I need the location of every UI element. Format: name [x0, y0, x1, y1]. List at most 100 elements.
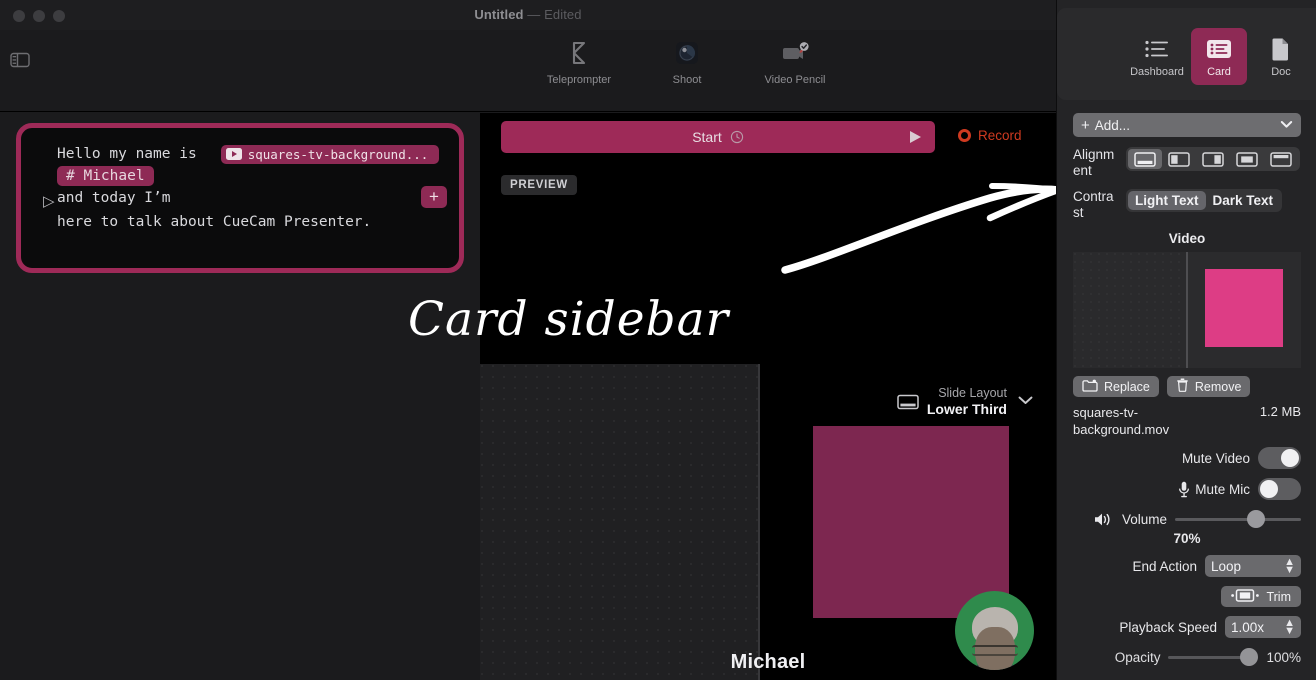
align-right-split-icon[interactable]	[1196, 149, 1230, 169]
mute-mic-row: Mute Mic	[1073, 478, 1301, 500]
align-left-split-icon[interactable]	[1162, 149, 1196, 169]
stepper-icon: ▲ ▼	[1284, 556, 1295, 576]
tab-doc[interactable]: Doc	[1253, 28, 1309, 85]
plus-icon: +	[1081, 116, 1090, 134]
teleprompter-pane: ▷ Hello my name is squares-tv-background…	[0, 113, 480, 680]
video-file-info: squares-tv-background.mov 1.2 MB	[1073, 404, 1301, 438]
mute-video-toggle[interactable]	[1258, 447, 1301, 469]
slide-layout-selector[interactable]: Slide Layout Lower Third	[897, 386, 1034, 417]
align-top-bar-icon[interactable]	[1264, 149, 1298, 169]
teleprompter-row-2: # Michael	[57, 166, 441, 186]
dashboard-list-icon	[1144, 36, 1170, 62]
opacity-slider[interactable]	[1168, 647, 1259, 667]
teleprompter-card[interactable]: ▷ Hello my name is squares-tv-background…	[16, 123, 464, 273]
record-button[interactable]: Record	[958, 128, 1022, 143]
add-card-button[interactable]: +	[421, 186, 447, 208]
video-thumbnail[interactable]	[1073, 252, 1301, 368]
add-dropdown[interactable]: + Add...	[1073, 113, 1301, 137]
card-icon	[1206, 36, 1232, 62]
mute-video-row: Mute Video	[1073, 447, 1301, 469]
sidebar-body: + Add... Alignment Contrast Light Text D…	[1057, 107, 1316, 680]
preview-divider	[758, 364, 760, 680]
add-label: Add...	[1094, 117, 1131, 133]
video-chip[interactable]: squares-tv-background....	[220, 144, 439, 164]
tab-label-doc: Doc	[1271, 65, 1291, 78]
shoot-camera-icon	[672, 38, 702, 68]
chevron-down-icon[interactable]	[1017, 393, 1034, 411]
replace-label: Replace	[1104, 379, 1150, 394]
slide-preview: Slide Layout Lower Third Michael	[480, 364, 1056, 680]
tab-label-dashboard: Dashboard	[1130, 65, 1184, 78]
mute-mic-toggle[interactable]	[1258, 478, 1301, 500]
sidebar-toggle-icon[interactable]	[10, 52, 30, 68]
video-thumb-right	[1188, 252, 1301, 368]
volume-slider[interactable]	[1175, 509, 1301, 529]
name-chip[interactable]: # Michael	[57, 166, 154, 186]
stepper-icon: ▲ ▼	[1284, 617, 1295, 637]
microphone-icon	[1178, 481, 1190, 498]
teleprompter-line-4: here to talk about CueCam Presenter.	[57, 214, 372, 230]
title-bar: Untitled — Edited	[0, 0, 1056, 30]
toolbar-item-shoot[interactable]: Shoot	[648, 38, 726, 86]
end-action-value: Loop	[1211, 558, 1242, 574]
opacity-label: Opacity	[1114, 649, 1161, 665]
slide-layout-icon	[897, 394, 919, 410]
playback-speed-value: 1.00x	[1231, 619, 1265, 635]
contrast-label: Contrast	[1073, 189, 1114, 220]
mute-video-label: Mute Video	[1181, 450, 1250, 466]
speaker-icon	[1094, 512, 1114, 527]
alignment-row: Alignment	[1073, 147, 1301, 179]
remove-button[interactable]: Remove	[1166, 376, 1251, 397]
trim-row: Trim	[1073, 586, 1301, 607]
disclosure-triangle-icon[interactable]: ▷	[43, 194, 55, 209]
opacity-row: Opacity 100%	[1073, 647, 1301, 667]
avatar-glasses	[972, 645, 1018, 656]
toolbar-label-teleprompter: Teleprompter	[546, 74, 612, 86]
contrast-dark-text[interactable]: Dark Text	[1206, 191, 1281, 210]
align-bottom-bar-icon[interactable]	[1128, 149, 1162, 169]
trim-button[interactable]: Trim	[1221, 586, 1301, 607]
alignment-label: Alignment	[1073, 147, 1115, 178]
tab-dashboard[interactable]: Dashboard	[1129, 28, 1185, 85]
trim-icon	[1231, 588, 1260, 605]
end-action-row: End Action Loop ▲ ▼	[1073, 555, 1301, 577]
edited-status: Edited	[544, 7, 582, 22]
video-thumb-square	[1205, 269, 1283, 347]
volume-label: Volume	[1121, 511, 1167, 527]
record-dot-icon	[958, 129, 971, 142]
video-file-name: squares-tv-background.mov	[1073, 405, 1170, 437]
presenter-avatar	[955, 591, 1034, 670]
volume-row: Volume	[1073, 509, 1301, 529]
card-sidebar: Dashboard Card Doc + Add... Alignment Co…	[1056, 0, 1316, 680]
contrast-light-text[interactable]: Light Text	[1128, 191, 1206, 210]
playback-speed-select[interactable]: 1.00x ▲ ▼	[1225, 616, 1301, 638]
trim-label: Trim	[1266, 589, 1291, 604]
preview-texture-panel	[480, 364, 758, 680]
document-title: Untitled	[474, 7, 524, 22]
play-badge-icon	[225, 148, 242, 160]
video-thumb-left	[1073, 252, 1186, 368]
toolbar-item-video-pencil[interactable]: Video Pencil	[756, 38, 834, 86]
video-section-title: Video	[1168, 231, 1206, 246]
preview-video-square	[813, 426, 1009, 618]
toolbar-label-video-pencil: Video Pencil	[764, 74, 826, 86]
start-label: Start	[692, 129, 722, 145]
replace-button[interactable]: Replace	[1073, 376, 1159, 397]
chevron-down-icon	[1280, 116, 1293, 134]
preview-badge: PREVIEW	[501, 175, 577, 195]
teleprompter-icon	[564, 38, 594, 68]
doc-page-icon	[1271, 36, 1291, 62]
sidebar-tabs: Dashboard Card Doc	[1129, 28, 1309, 85]
video-chip-label: squares-tv-background....	[247, 146, 431, 162]
video-file-actions: Replace Remove	[1073, 376, 1301, 397]
tab-card[interactable]: Card	[1191, 28, 1247, 85]
end-action-select[interactable]: Loop ▲ ▼	[1205, 555, 1301, 577]
toolbar-item-teleprompter[interactable]: Teleprompter	[540, 38, 618, 86]
start-button[interactable]: Start	[501, 121, 935, 153]
play-triangle-icon	[910, 131, 921, 143]
align-center-box-icon[interactable]	[1230, 149, 1264, 169]
teleprompter-line-1: Hello my name is	[57, 146, 197, 162]
slide-layout-texts: Slide Layout Lower Third	[927, 386, 1007, 417]
teleprompter-row-1: Hello my name is squares-tv-background..…	[57, 142, 441, 166]
video-file-size: 1.2 MB	[1259, 404, 1301, 419]
